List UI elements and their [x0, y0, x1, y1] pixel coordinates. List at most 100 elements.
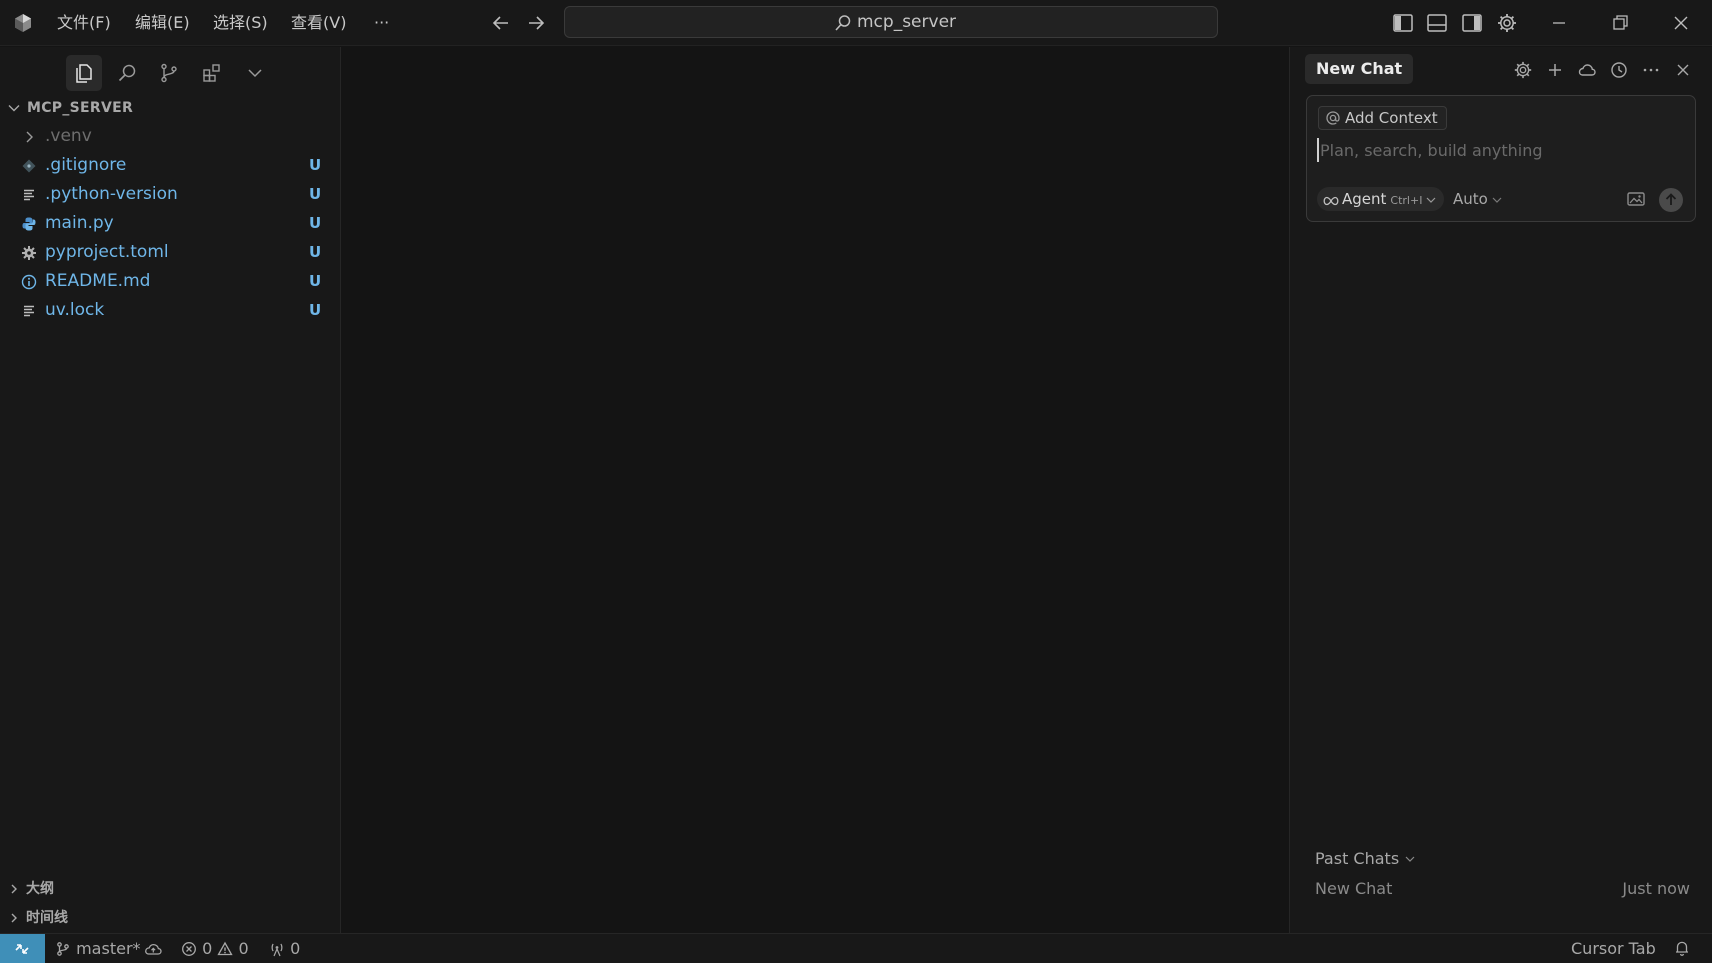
python-icon	[21, 216, 37, 232]
git-status-badge: U	[309, 272, 322, 290]
menu-edit[interactable]: 编辑(E)	[135, 11, 190, 35]
chevron-right-icon	[21, 129, 37, 145]
past-chats-label: Past Chats	[1315, 849, 1400, 868]
past-chat-item[interactable]: New Chat Just now	[1315, 878, 1690, 900]
timeline-label: 时间线	[26, 910, 68, 926]
branch-indicator[interactable]: master*	[55, 934, 141, 963]
tree-item-label: uv.lock	[45, 300, 105, 320]
problems-indicator[interactable]: 0 0	[181, 934, 249, 963]
chevron-down-icon	[1492, 197, 1502, 203]
send-arrow-up-icon[interactable]	[1659, 188, 1683, 212]
title-bar: 文件(F) 编辑(E) 选择(S) 查看(V) ··· mcp_server	[0, 0, 1712, 46]
chat-prompt-input[interactable]	[1317, 138, 1677, 162]
lines-icon	[21, 303, 37, 319]
search-icon[interactable]	[109, 55, 145, 91]
chevron-down-icon[interactable]	[237, 55, 273, 91]
model-label: Auto	[1453, 190, 1488, 208]
model-select-dropdown[interactable]: Auto	[1453, 187, 1502, 211]
past-chat-title: New Chat	[1315, 879, 1393, 898]
status-bar: master* 0 0 0 Cursor Tab	[0, 933, 1712, 963]
git-status-badge: U	[309, 185, 322, 203]
more-options-icon[interactable]	[1641, 60, 1661, 80]
error-count: 0	[202, 939, 213, 958]
git-status-badge: U	[309, 301, 322, 319]
forward-arrow-icon[interactable]	[523, 11, 549, 35]
agent-mode-dropdown[interactable]: Agent Ctrl+I	[1317, 187, 1445, 211]
infinity-icon	[1323, 196, 1339, 206]
chevron-down-icon	[7, 101, 21, 115]
cursor-logo-icon	[13, 13, 33, 33]
tree-item-label: .venv	[45, 126, 92, 146]
source-control-icon[interactable]	[151, 55, 187, 91]
chevron-right-icon	[8, 883, 20, 895]
explorer-files-icon[interactable]	[66, 55, 102, 91]
editor-area[interactable]	[342, 47, 1289, 933]
chevron-down-icon	[1405, 856, 1415, 862]
minimize-window-icon[interactable]	[1548, 12, 1570, 34]
chat-settings-gear-icon[interactable]	[1513, 60, 1533, 80]
explorer-section-header[interactable]: MCP_SERVER	[0, 96, 341, 120]
git-status-badge: U	[309, 243, 322, 261]
warning-icon	[217, 939, 233, 958]
git-diamond-icon	[21, 158, 37, 174]
add-context-label: Add Context	[1345, 109, 1438, 127]
menu-more-button[interactable]: ···	[374, 11, 389, 35]
tree-item-pyproject-toml[interactable]: pyproject.toml U	[0, 238, 341, 267]
tree-item-uv-lock[interactable]: uv.lock U	[0, 296, 341, 325]
timeline-section-header[interactable]: 时间线	[0, 905, 341, 931]
git-status-badge: U	[309, 214, 322, 232]
branch-name: master*	[76, 939, 141, 958]
attach-image-icon[interactable]	[1626, 190, 1646, 208]
ports-indicator[interactable]: 0	[269, 934, 300, 963]
chevron-down-icon	[1426, 197, 1436, 203]
restore-window-icon[interactable]	[1609, 12, 1631, 34]
new-chat-plus-icon[interactable]	[1545, 60, 1565, 80]
tree-item-gitignore[interactable]: .gitignore U	[0, 151, 341, 180]
cursor-tab-toggle[interactable]: Cursor Tab	[1571, 934, 1656, 963]
gear-icon	[21, 245, 37, 261]
extensions-icon[interactable]	[194, 55, 230, 91]
tree-item-readme-md[interactable]: README.md U	[0, 267, 341, 296]
outline-label: 大纲	[26, 881, 54, 897]
menu-file[interactable]: 文件(F)	[57, 11, 111, 35]
back-arrow-icon[interactable]	[488, 11, 514, 35]
publish-cloud-icon[interactable]	[143, 934, 163, 963]
lines-icon	[21, 187, 37, 203]
tree-item-main-py[interactable]: main.py U	[0, 209, 341, 238]
cloud-icon[interactable]	[1577, 60, 1597, 80]
notifications-bell-icon[interactable]	[1673, 934, 1691, 963]
outline-section-header[interactable]: 大纲	[0, 876, 341, 902]
past-chats-toggle[interactable]: Past Chats	[1315, 848, 1415, 870]
close-window-icon[interactable]	[1670, 12, 1692, 34]
tree-item-python-version[interactable]: .python-version U	[0, 180, 341, 209]
chevron-right-icon	[8, 912, 20, 924]
tree-item-label: pyproject.toml	[45, 242, 169, 262]
tree-item-label: .python-version	[45, 184, 178, 204]
menu-selection[interactable]: 选择(S)	[213, 11, 268, 35]
chat-panel: New Chat Add Context AgentCtrl+I Auto	[1289, 47, 1712, 933]
remote-indicator-icon[interactable]	[0, 934, 45, 963]
error-icon	[181, 939, 197, 958]
chat-composer: Add Context AgentCtrl+I Auto	[1306, 95, 1696, 222]
tree-item-venv[interactable]: .venv	[0, 122, 341, 151]
primary-sidebar: MCP_SERVER .venv .gitignore U .python-ve…	[0, 47, 341, 933]
history-icon[interactable]	[1609, 60, 1629, 80]
at-sign-icon	[1325, 110, 1341, 126]
add-context-button[interactable]: Add Context	[1318, 106, 1447, 130]
toggle-secondary-sidebar-icon[interactable]	[1461, 12, 1483, 34]
command-search-bar[interactable]: mcp_server	[564, 6, 1218, 38]
tree-item-label: README.md	[45, 271, 151, 291]
info-icon	[21, 274, 37, 290]
chat-tab-new-chat[interactable]: New Chat	[1305, 54, 1414, 84]
warning-count: 0	[238, 939, 249, 958]
settings-gear-icon[interactable]	[1496, 12, 1518, 34]
tree-item-label: .gitignore	[45, 155, 127, 175]
agent-shortcut: Ctrl+I	[1390, 194, 1423, 207]
tree-item-label: main.py	[45, 213, 114, 233]
menu-view[interactable]: 查看(V)	[291, 11, 346, 35]
toggle-primary-sidebar-icon[interactable]	[1392, 12, 1414, 34]
close-panel-icon[interactable]	[1673, 60, 1693, 80]
search-icon	[834, 14, 852, 32]
toggle-panel-icon[interactable]	[1426, 12, 1448, 34]
agent-label: Agent	[1342, 190, 1387, 208]
